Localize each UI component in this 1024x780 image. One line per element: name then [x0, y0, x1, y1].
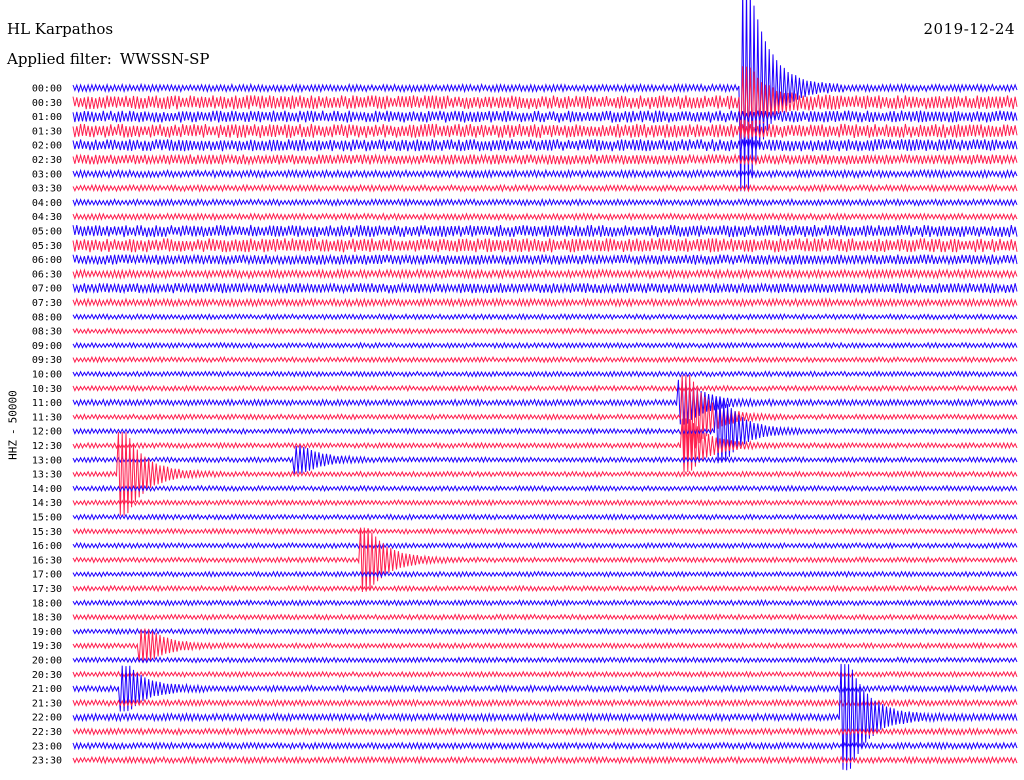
seismogram-page: 00:00 00:30 01:00 01:30 02:00 02:30 03:00 03:30…	[0, 0, 1024, 780]
row-time-label: 06:00	[32, 255, 62, 266]
row-time-label: 02:00	[32, 141, 62, 152]
row-time-label: 05:00	[32, 227, 62, 238]
trace-line	[72, 110, 1018, 123]
row-time-label: 01:30	[32, 126, 62, 137]
trace-line	[72, 341, 1018, 350]
row-time-label: 15:30	[32, 527, 62, 538]
row-time-label: 00:00	[32, 84, 62, 95]
trace-line	[72, 312, 1018, 321]
trace-line	[72, 197, 1018, 207]
helicorder-plot: 00:00 00:30 01:00 01:30 02:00 02:30 03:00 03:30…	[32, 0, 1018, 771]
row-time-label: 18:30	[32, 613, 62, 624]
trace-line	[72, 445, 1018, 474]
row-time-label: 01:00	[32, 112, 62, 123]
row-time-label: 18:00	[32, 598, 62, 609]
trace-line	[72, 370, 1018, 378]
row-time-label: 21:30	[32, 698, 62, 709]
trace-line	[72, 267, 1018, 280]
trace-line	[72, 224, 1018, 238]
trace-line	[72, 598, 1018, 607]
row-time-label: 19:00	[32, 627, 62, 638]
trace-line	[72, 212, 1018, 222]
trace-line	[72, 627, 1018, 636]
row-time-label: 11:30	[32, 412, 62, 423]
row-time-label: 21:00	[32, 684, 62, 695]
row-time-label: 23:00	[32, 741, 62, 752]
filter-info: Applied filter: WWSSN-SP	[7, 50, 210, 68]
row-time-label: 07:00	[32, 284, 62, 295]
label-separator: -	[6, 428, 20, 435]
trace-line	[72, 726, 1018, 737]
trace-line	[72, 513, 1018, 521]
scale-value: 50000	[6, 390, 20, 424]
row-time-label: 03:30	[32, 184, 62, 195]
row-time-label: 02:30	[32, 155, 62, 166]
trace-line	[72, 168, 1018, 180]
row-time-label: 20:00	[32, 656, 62, 667]
row-time-label: 06:30	[32, 269, 62, 280]
trace-line	[72, 398, 1018, 464]
row-time-label: 04:00	[32, 198, 62, 209]
filter-value: WWSSN-SP	[119, 50, 210, 68]
trace-line	[72, 527, 1018, 536]
trace-line	[72, 755, 1018, 765]
trace-line	[72, 418, 1018, 473]
trace-line	[72, 355, 1018, 364]
row-time-label: 11:00	[32, 398, 62, 409]
row-time-label: 12:00	[32, 427, 62, 438]
row-time-label: 15:00	[32, 513, 62, 524]
row-time-label: 13:30	[32, 470, 62, 481]
row-time-label: 07:30	[32, 298, 62, 309]
trace-line	[72, 139, 1018, 152]
trace-line	[72, 484, 1018, 493]
row-time-label: 12:30	[32, 441, 62, 452]
trace-line	[72, 570, 1018, 579]
trace-line	[72, 384, 1018, 393]
row-time-label: 03:00	[32, 169, 62, 180]
trace-line	[72, 670, 1018, 679]
trace-line	[72, 656, 1018, 664]
trace-line	[72, 282, 1018, 295]
trace-line	[72, 297, 1018, 308]
row-time-label: 08:00	[32, 312, 62, 323]
trace-line	[72, 238, 1018, 253]
row-time-label: 16:30	[32, 555, 62, 566]
row-time-label: 10:30	[32, 384, 62, 395]
row-time-label: 17:00	[32, 570, 62, 581]
row-time-label: 05:30	[32, 241, 62, 252]
trace-line	[72, 253, 1018, 266]
row-time-label: 04:30	[32, 212, 62, 223]
trace-line	[72, 527, 1018, 593]
row-time-label: 20:30	[32, 670, 62, 681]
trace-line	[72, 327, 1018, 335]
row-time-label: 22:00	[32, 713, 62, 724]
trace-line	[72, 183, 1018, 193]
row-time-label: 09:00	[32, 341, 62, 352]
filter-label: Applied filter:	[7, 50, 112, 68]
trace-line	[72, 123, 1018, 138]
trace-line	[72, 741, 1018, 751]
row-time-label: 14:00	[32, 484, 62, 495]
channel-scale-label: HHZ - 50000	[7, 390, 20, 460]
row-time-label: 23:30	[32, 756, 62, 767]
row-time-label: 08:30	[32, 327, 62, 338]
trace-line	[72, 613, 1018, 621]
row-time-label: 16:00	[32, 541, 62, 552]
channel-name: HHZ	[6, 439, 20, 460]
row-time-label: 19:30	[32, 641, 62, 652]
row-time-label: 22:30	[32, 727, 62, 738]
trace-line	[72, 498, 1018, 507]
row-time-label: 14:30	[32, 498, 62, 509]
row-time-label: 09:30	[32, 355, 62, 366]
trace-line	[72, 153, 1018, 166]
row-time-label: 13:00	[32, 455, 62, 466]
trace-line	[72, 584, 1018, 593]
recording-date: 2019-12-24	[923, 20, 1015, 38]
row-time-label: 17:30	[32, 584, 62, 595]
station-title: HL Karpathos	[7, 20, 114, 38]
trace-line	[72, 541, 1018, 550]
row-time-label: 10:00	[32, 370, 62, 381]
trace-line	[72, 663, 1018, 771]
row-time-label: 00:30	[32, 98, 62, 109]
